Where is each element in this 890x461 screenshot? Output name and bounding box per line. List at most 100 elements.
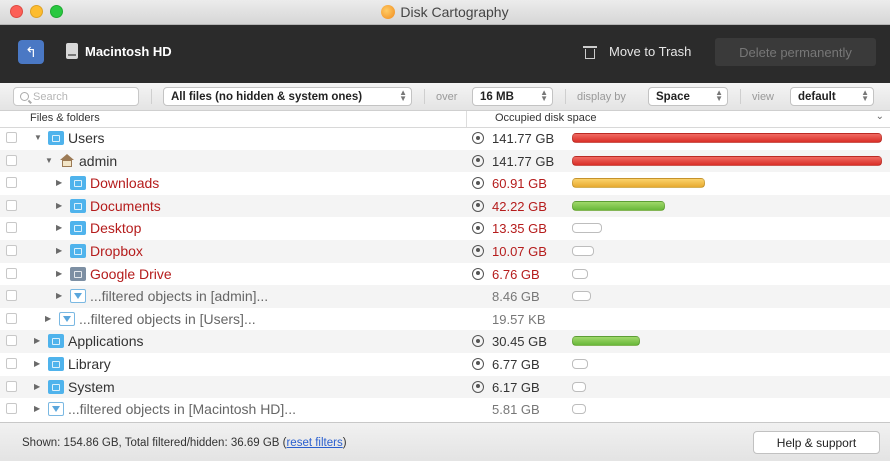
tree-row[interactable]: ▶ Applications 30.45 GB bbox=[0, 330, 890, 353]
help-support-button[interactable]: Help & support bbox=[753, 431, 880, 454]
visibility-eye-icon[interactable] bbox=[472, 380, 484, 393]
expand-triangle-icon[interactable]: ▶ bbox=[45, 314, 51, 323]
expand-triangle-icon[interactable]: ▶ bbox=[56, 223, 62, 232]
space-column-header[interactable]: Occupied disk space bbox=[495, 112, 597, 124]
row-size: 19.57 KB bbox=[492, 311, 546, 327]
visibility-eye-icon[interactable] bbox=[472, 199, 484, 212]
app-window: Disk Cartography ↰ Macintosh HD Move to … bbox=[0, 0, 890, 461]
folder-system-icon bbox=[48, 379, 64, 394]
folder-users-icon bbox=[48, 131, 64, 145]
visibility-eye-icon[interactable] bbox=[472, 335, 484, 348]
view-select[interactable]: default ▲ ▼ bbox=[790, 87, 874, 106]
expand-triangle-icon[interactable]: ▶ bbox=[56, 291, 62, 300]
visibility-eye-icon[interactable] bbox=[472, 222, 484, 235]
row-checkbox[interactable] bbox=[6, 290, 17, 302]
tree-row[interactable]: ▶ ...filtered objects in [Users]... 19.57 … bbox=[0, 308, 890, 331]
file-type-select[interactable]: All files (no hidden & system ones) ▲ ▼ bbox=[163, 87, 412, 106]
search-input[interactable] bbox=[33, 90, 129, 103]
back-button[interactable]: ↰ bbox=[18, 40, 44, 64]
collapse-triangle-icon[interactable]: ▼ bbox=[34, 133, 42, 142]
column-divider[interactable] bbox=[466, 111, 467, 127]
filter-icon bbox=[70, 289, 86, 304]
expand-triangle-icon[interactable]: ▶ bbox=[56, 246, 62, 255]
tree-row[interactable]: ▶ Downloads 60.91 GB bbox=[0, 172, 890, 195]
folder-documents-icon bbox=[70, 198, 86, 213]
expand-triangle-icon[interactable]: ▶ bbox=[56, 178, 62, 187]
row-checkbox[interactable] bbox=[6, 380, 17, 392]
row-size: 6.76 GB bbox=[492, 266, 540, 282]
row-name: Documents bbox=[90, 197, 161, 214]
collapse-triangle-icon[interactable]: ▼ bbox=[45, 156, 53, 165]
filter-separator bbox=[565, 89, 566, 104]
row-name: Library bbox=[68, 355, 111, 372]
close-window-button[interactable] bbox=[10, 5, 23, 18]
tree-row[interactable]: ▶ System 6.17 GB bbox=[0, 375, 890, 399]
visibility-eye-icon[interactable] bbox=[472, 357, 484, 370]
visibility-eye-icon[interactable] bbox=[472, 132, 484, 144]
display-by-select[interactable]: Space ▲ ▼ bbox=[648, 87, 728, 106]
select-arrows-icon: ▲ ▼ bbox=[861, 88, 869, 103]
expand-triangle-icon[interactable]: ▶ bbox=[34, 404, 40, 413]
filter-icon bbox=[59, 311, 75, 326]
status-close-paren: ) bbox=[342, 437, 347, 449]
folder-dropbox-icon bbox=[70, 243, 86, 258]
visibility-eye-icon[interactable] bbox=[472, 177, 484, 190]
minimize-window-button[interactable] bbox=[30, 5, 43, 18]
filter-separator bbox=[424, 89, 425, 104]
expand-triangle-icon[interactable]: ▶ bbox=[34, 336, 40, 345]
row-checkbox[interactable] bbox=[6, 335, 17, 347]
status-summary: Shown: 154.86 GB, Total filtered/hidden:… bbox=[22, 437, 347, 449]
search-box[interactable] bbox=[13, 87, 139, 106]
window-title-group: Disk Cartography bbox=[381, 4, 509, 20]
row-name: Applications bbox=[68, 333, 144, 350]
row-checkbox[interactable] bbox=[6, 132, 17, 143]
folder-downloads-icon bbox=[70, 176, 86, 191]
visibility-eye-icon[interactable] bbox=[472, 267, 484, 280]
files-column-header[interactable]: Files & folders bbox=[30, 112, 100, 124]
row-checkbox[interactable] bbox=[6, 154, 17, 166]
expand-triangle-icon[interactable]: ▶ bbox=[56, 269, 62, 278]
tree-row[interactable]: ▼ admin 141.77 GB bbox=[0, 149, 890, 173]
row-name: ...filtered objects in [admin]... bbox=[90, 288, 269, 305]
row-checkbox[interactable] bbox=[6, 244, 17, 256]
tree-row[interactable]: ▶ Library 6.77 GB bbox=[0, 353, 890, 376]
row-checkbox[interactable] bbox=[6, 177, 17, 189]
current-disk: Macintosh HD bbox=[66, 43, 172, 59]
row-checkbox[interactable] bbox=[6, 357, 17, 369]
row-size: 141.77 GB bbox=[492, 153, 555, 169]
sort-chevron-icon[interactable]: ⌄ bbox=[876, 111, 884, 122]
row-checkbox[interactable] bbox=[6, 222, 17, 234]
expand-triangle-icon[interactable]: ▶ bbox=[34, 382, 40, 391]
visibility-eye-icon[interactable] bbox=[472, 154, 484, 167]
row-checkbox[interactable] bbox=[6, 312, 17, 324]
tree-row[interactable]: ▼ Users 141.77 GB bbox=[0, 127, 890, 150]
row-checkbox[interactable] bbox=[6, 403, 17, 415]
folder-google-drive-icon bbox=[70, 266, 86, 281]
row-size: 42.22 GB bbox=[492, 198, 547, 214]
column-header: Files & folders Occupied disk space ⌄ bbox=[0, 111, 890, 128]
folder-desktop-icon bbox=[70, 221, 86, 236]
tree-row[interactable]: ▶ Google Drive 6.76 GB bbox=[0, 263, 890, 286]
row-checkbox[interactable] bbox=[6, 267, 17, 279]
delete-permanently-button[interactable]: Delete permanently bbox=[715, 38, 876, 66]
status-bar: Shown: 154.86 GB, Total filtered/hidden:… bbox=[0, 422, 890, 461]
move-to-trash-button[interactable]: Move to Trash bbox=[583, 44, 691, 59]
tree-row[interactable]: ▶ Dropbox 10.07 GB bbox=[0, 239, 890, 263]
expand-triangle-icon[interactable]: ▶ bbox=[56, 201, 62, 210]
size-threshold-select[interactable]: 16 MB ▲ ▼ bbox=[472, 87, 553, 106]
tree-row[interactable]: ▶ Documents 42.22 GB bbox=[0, 194, 890, 218]
tree-row[interactable]: ▶ ...filtered objects in [Macintosh HD]..… bbox=[0, 398, 890, 421]
row-checkbox[interactable] bbox=[6, 199, 17, 211]
row-size: 60.91 GB bbox=[492, 176, 547, 192]
select-arrows-icon: ▲ ▼ bbox=[715, 88, 723, 103]
size-bar bbox=[572, 381, 586, 392]
tree-row[interactable]: ▶ ...filtered objects in [admin]... 8.46 G… bbox=[0, 285, 890, 308]
reset-filters-link[interactable]: reset filters bbox=[286, 437, 342, 449]
search-icon bbox=[20, 92, 29, 101]
tree-row[interactable]: ▶ Desktop 13.35 GB bbox=[0, 217, 890, 240]
zoom-window-button[interactable] bbox=[50, 5, 63, 18]
size-bar bbox=[572, 336, 640, 347]
status-totals: Shown: 154.86 GB, Total filtered/hidden:… bbox=[22, 437, 287, 449]
expand-triangle-icon[interactable]: ▶ bbox=[34, 359, 40, 368]
visibility-eye-icon[interactable] bbox=[472, 244, 484, 257]
